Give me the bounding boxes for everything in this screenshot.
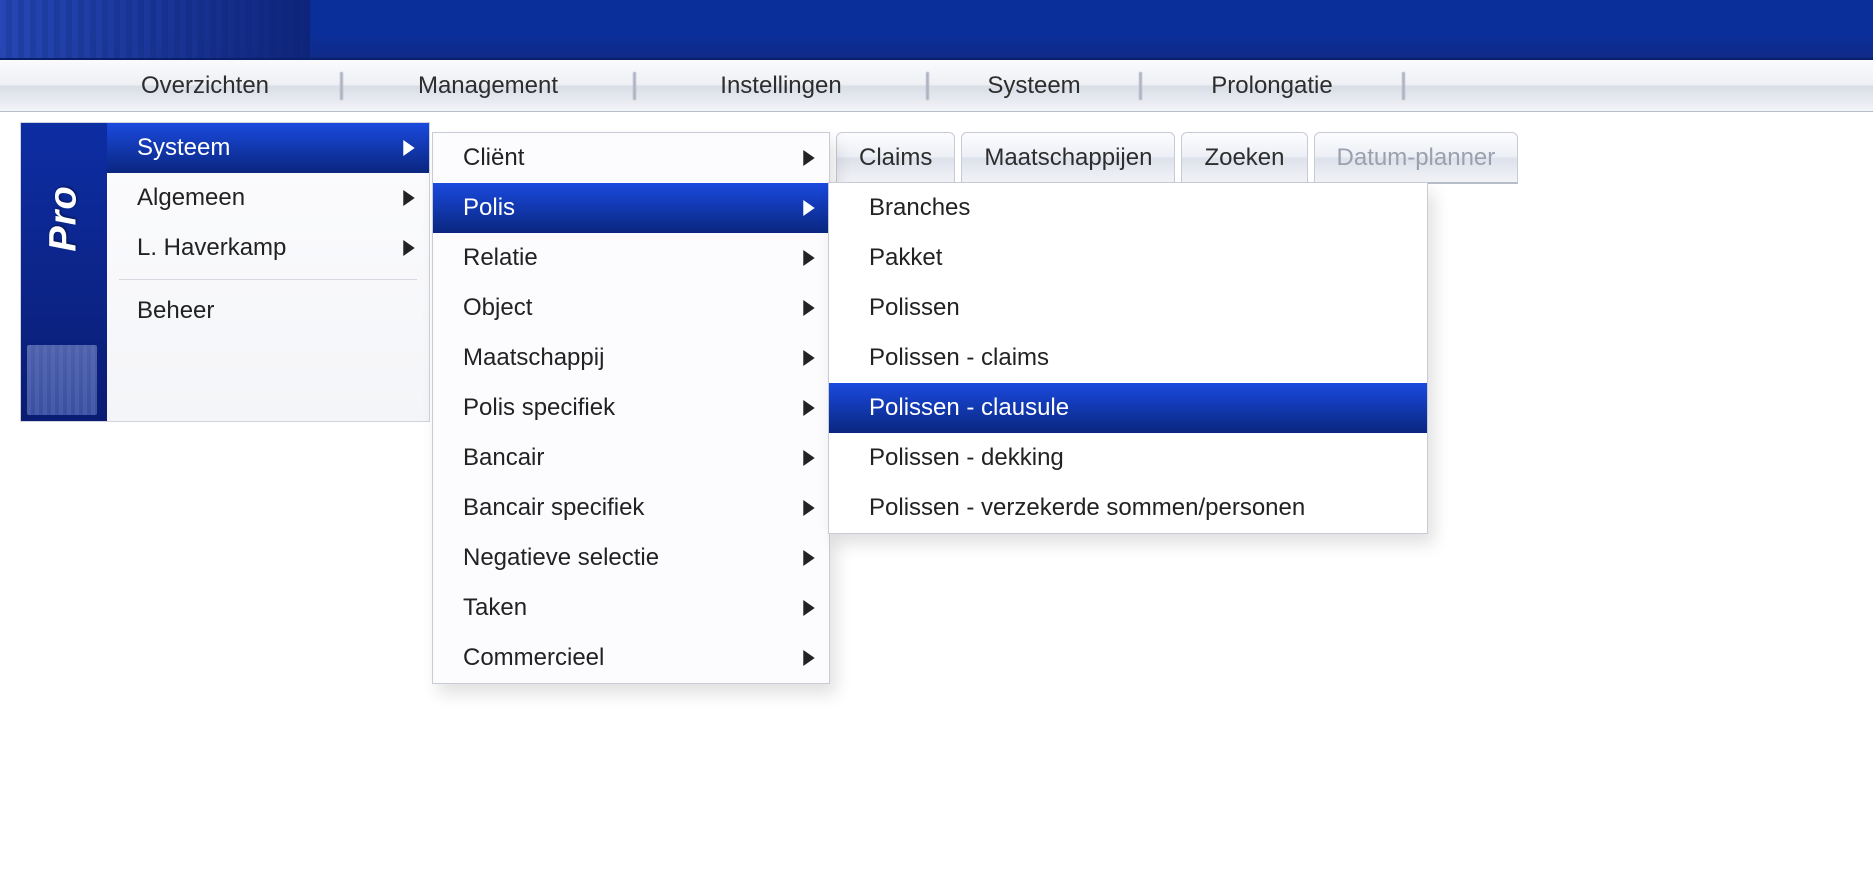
menu2-item-polis[interactable]: Polis [433, 183, 829, 233]
tab-zoeken[interactable]: Zoeken [1181, 132, 1307, 184]
app-banner [0, 0, 1873, 60]
menu-item-label: Pakket [869, 244, 942, 272]
menubar-item-overzichten[interactable]: Overzichten [70, 60, 340, 111]
submenu-arrow-icon [803, 450, 815, 466]
tab-claims[interactable]: Claims [836, 132, 955, 184]
menu3-item-polissen-claims[interactable]: Polissen - claims [829, 333, 1427, 383]
menubar-item-prolongatie[interactable]: Prolongatie [1142, 60, 1402, 111]
menu-item-label: Negatieve selectie [463, 544, 659, 572]
menubar-separator [340, 72, 343, 100]
menu-item-label: L. Haverkamp [137, 234, 286, 262]
menu1-item-haverkamp[interactable]: L. Haverkamp [107, 223, 429, 273]
menu3-item-branches[interactable]: Branches [829, 183, 1427, 233]
menubar-item-systeem[interactable]: Systeem [929, 60, 1139, 111]
menu2-item-bancair[interactable]: Bancair [433, 433, 829, 483]
brand-stripe: Pro [21, 123, 107, 421]
menu-item-label: Bancair specifiek [463, 494, 644, 522]
brand-text: Pro [42, 185, 85, 251]
menu2-item-maatschappij[interactable]: Maatschappij [433, 333, 829, 383]
brand-decoration [27, 345, 97, 415]
menu-item-label: Algemeen [137, 184, 245, 212]
menu-level3: Branches Pakket Polissen Polissen - clai… [828, 182, 1428, 534]
submenu-arrow-icon [803, 500, 815, 516]
submenu-arrow-icon [803, 550, 815, 566]
menu-item-label: Object [463, 294, 532, 322]
menu3-item-polissen[interactable]: Polissen [829, 283, 1427, 333]
submenu-arrow-icon [803, 150, 815, 166]
menu2-item-negatieve-selectie[interactable]: Negatieve selectie [433, 533, 829, 583]
menu2-item-object[interactable]: Object [433, 283, 829, 333]
submenu-arrow-icon [803, 650, 815, 666]
menu-item-label: Bancair [463, 444, 544, 472]
menubar-separator [926, 72, 929, 100]
menu-item-label: Systeem [137, 134, 230, 162]
menu-item-label: Polissen - clausule [869, 394, 1069, 422]
menu-item-label: Polissen - claims [869, 344, 1049, 372]
menu2-item-relatie[interactable]: Relatie [433, 233, 829, 283]
menu-item-label: Polis [463, 194, 515, 222]
submenu-arrow-icon [803, 600, 815, 616]
menu-item-label: Relatie [463, 244, 538, 272]
menu-item-label: Polis specifiek [463, 394, 615, 422]
menu-item-label: Polissen - verzekerde sommen/personen [869, 494, 1305, 522]
submenu-arrow-icon [403, 240, 415, 256]
main-menubar: Overzichten Management Instellingen Syst… [0, 60, 1873, 112]
submenu-arrow-icon [803, 400, 815, 416]
menu2-item-client[interactable]: Cliënt [433, 133, 829, 183]
menu1-item-beheer[interactable]: Beheer [107, 286, 429, 336]
menu3-item-pakket[interactable]: Pakket [829, 233, 1427, 283]
menu2-item-commercieel[interactable]: Commercieel [433, 633, 829, 683]
submenu-arrow-icon [403, 190, 415, 206]
menu-level2: Cliënt Polis Relatie Object Maatschappij… [432, 132, 830, 684]
menu-item-label: Commercieel [463, 644, 604, 672]
menu-item-label: Beheer [137, 297, 214, 325]
systeem-panel: Pro Systeem Algemeen L. Haverkamp [20, 122, 430, 422]
work-area: Claims Maatschappijen Zoeken Datum-plann… [0, 112, 1873, 882]
menubar-separator [633, 72, 636, 100]
menu-separator [119, 279, 417, 280]
menu2-item-taken[interactable]: Taken [433, 583, 829, 633]
menu2-item-polis-specifiek[interactable]: Polis specifiek [433, 383, 829, 433]
submenu-arrow-icon [803, 300, 815, 316]
submenu-arrow-icon [403, 140, 415, 156]
menu3-item-polissen-clausule[interactable]: Polissen - clausule [829, 383, 1427, 433]
tab-datum-planner[interactable]: Datum-planner [1314, 132, 1519, 184]
menu-item-label: Taken [463, 594, 527, 622]
menu1-item-systeem[interactable]: Systeem [107, 123, 429, 173]
submenu-arrow-icon [803, 350, 815, 366]
menu-item-label: Cliënt [463, 144, 524, 172]
menu3-item-polissen-dekking[interactable]: Polissen - dekking [829, 433, 1427, 483]
menubar-separator [1139, 72, 1142, 100]
menu-item-label: Polissen - dekking [869, 444, 1064, 472]
menubar-item-instellingen[interactable]: Instellingen [636, 60, 926, 111]
submenu-arrow-icon [803, 200, 815, 216]
menu1-item-algemeen[interactable]: Algemeen [107, 173, 429, 223]
banner-artwork [0, 0, 310, 58]
menu-item-label: Branches [869, 194, 970, 222]
submenu-arrow-icon [803, 250, 815, 266]
menubar-separator [1402, 72, 1405, 100]
menubar-item-management[interactable]: Management [343, 60, 633, 111]
menu3-item-polissen-verzekerde-sommen[interactable]: Polissen - verzekerde sommen/personen [829, 483, 1427, 533]
menu2-item-bancair-specifiek[interactable]: Bancair specifiek [433, 483, 829, 533]
menu-level1: Systeem Algemeen L. Haverkamp Beheer [107, 123, 429, 421]
tab-maatschappijen[interactable]: Maatschappijen [961, 132, 1175, 184]
menu-item-label: Polissen [869, 294, 960, 322]
menu-item-label: Maatschappij [463, 344, 604, 372]
